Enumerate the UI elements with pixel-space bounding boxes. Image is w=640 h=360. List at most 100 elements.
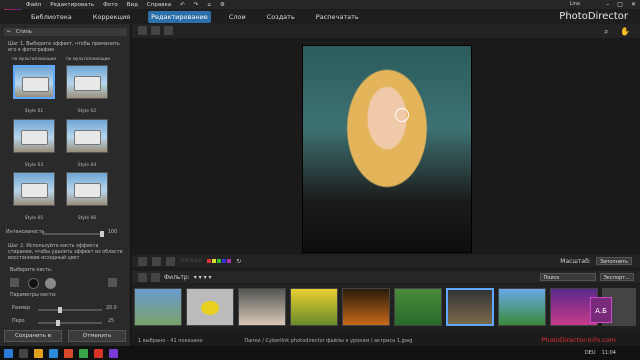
search-icon[interactable] [19,348,28,358]
list-view-icon[interactable] [138,272,147,282]
app-icon[interactable] [109,348,118,358]
flag-icon[interactable] [166,256,175,266]
brush-hard-icon[interactable] [28,278,39,289]
style-03-thumb[interactable] [13,119,55,153]
menu-view[interactable]: Вид [127,2,138,8]
tab-library[interactable]: Библиотека [28,11,75,23]
style-01-thumb[interactable] [13,65,55,99]
tab-create[interactable]: Создать [264,11,298,23]
folder-icon[interactable] [34,348,43,358]
search-input[interactable]: Поиск [539,273,596,281]
size-slider[interactable] [38,307,102,313]
hand-tool-icon[interactable]: ✋ [620,27,630,36]
color-labels[interactable] [207,259,232,263]
film-thumb[interactable] [238,288,286,326]
grid-view-icon[interactable] [151,272,160,282]
compare-icon[interactable] [138,26,147,35]
single-view-icon[interactable] [138,256,147,266]
film-thumb[interactable] [186,288,234,326]
menu-bar: Файл Редактировать Фото Вид Справка ↶ ↷ … [0,0,640,9]
film-thumb[interactable] [134,288,182,326]
menu-help[interactable]: Справка [147,2,171,8]
film-thumb-selected[interactable] [446,288,494,326]
feather-slider[interactable] [38,320,102,326]
search-icon[interactable]: ⌕ [604,27,608,37]
undo-icon[interactable]: ↶ [180,2,185,8]
cancel-button[interactable]: Отменить [68,330,126,342]
style-05-thumb[interactable] [13,172,55,206]
tab-adjust[interactable]: Коррекция [90,11,133,23]
watermark-logo-icon: А.Б [590,297,612,323]
redo-icon[interactable]: ↷ [194,2,199,8]
app-icon[interactable] [79,348,88,358]
size-value: 20.0 [106,306,117,311]
user-name[interactable]: Lina [570,1,580,7]
feather-label: Перо [12,319,25,324]
style-label: Style 01 [24,109,44,114]
film-thumb[interactable] [394,288,442,326]
brush-soft-icon[interactable] [45,278,56,289]
zoom-select[interactable]: Заполнить [595,257,632,265]
style-04-thumb[interactable] [66,119,108,153]
gear-icon[interactable]: ⚙ [220,2,225,8]
grid-view-icon[interactable] [164,26,173,35]
edge-icon[interactable] [49,348,58,358]
menu-file[interactable]: Файл [26,2,41,8]
brand-title: PhotoDirector [559,11,628,22]
filter-options[interactable]: ▾ ▾ ▾ ▾ [194,274,212,281]
menu-photo[interactable]: Фото [103,2,118,8]
intensity-slider[interactable] [42,231,104,237]
language-indicator[interactable]: DEU [585,350,596,356]
style-label: Style 06 [77,216,97,221]
film-thumb[interactable] [498,288,546,326]
maximize-icon[interactable]: □ [617,1,623,8]
viewer-toolbar [132,24,640,38]
module-nav: Библиотека Коррекция Редактирование Слои… [0,10,640,24]
menu-edit[interactable]: Редактировать [50,2,94,8]
style-02-thumb[interactable] [66,65,108,99]
export-button[interactable]: Экспорт... [599,273,634,281]
film-thumb[interactable] [342,288,390,326]
main-photo[interactable] [302,45,472,253]
app-icon[interactable] [64,348,73,358]
tab-edit[interactable]: Редактирование [148,11,211,23]
style-tab-left[interactable]: по мультипликации [12,56,56,62]
home-icon[interactable]: ⌂ [207,2,211,8]
window-controls: – □ ✕ [606,0,636,9]
filmstrip [132,284,640,330]
style-label: Style 02 [77,109,97,114]
start-icon[interactable] [4,348,13,358]
brush-erase-icon[interactable] [10,278,19,287]
taskbar: DEU 11:04 [0,346,640,360]
rating-stars[interactable]: ☆☆☆☆☆ [180,258,202,264]
filter-label: Фильтр: [164,273,190,281]
feather-value: 25 [108,319,115,324]
style-label: Style 05 [24,216,44,221]
close-icon[interactable]: ✕ [631,1,636,8]
clock[interactable]: 11:04 [602,350,616,356]
viewer-bottom-bar: ☆☆☆☆☆ ↻ Масштаб: Заполнить [132,255,640,267]
size-label: Размер [12,306,30,311]
style-label: Style 04 [77,163,97,168]
brush-label: Выберите кисть: [10,268,53,273]
style-06-thumb[interactable] [66,172,108,206]
intensity-value: 100 [108,230,118,235]
intensity-label: Интенсивность [6,230,45,235]
split-view-icon[interactable] [152,256,161,266]
save-button[interactable]: Сохранить в [4,330,62,342]
app-icon[interactable] [94,348,103,358]
step1-text: Шаг 1. Выберите эффект, чтобы применить … [8,42,120,53]
brush-cursor [395,108,409,122]
watermark-text: PhotoDirector-Info.com [541,336,616,344]
grid-view-icon[interactable] [151,26,160,35]
reset-brush-icon[interactable] [108,278,117,287]
filter-bar: Фильтр: ▾ ▾ ▾ ▾ Поиск Экспорт... [132,271,640,283]
minimize-icon[interactable]: – [606,1,609,8]
rotate-icon[interactable]: ↻ [236,258,241,265]
tab-print[interactable]: Распечатать [313,11,362,23]
style-tab-right[interactable]: по мультипликации [66,56,110,62]
tab-layers[interactable]: Слои [226,11,249,23]
back-arrow-icon[interactable]: ← [7,28,11,36]
file-path: Папки / Cyberlink photodirector файлы к … [244,338,413,344]
film-thumb[interactable] [290,288,338,326]
